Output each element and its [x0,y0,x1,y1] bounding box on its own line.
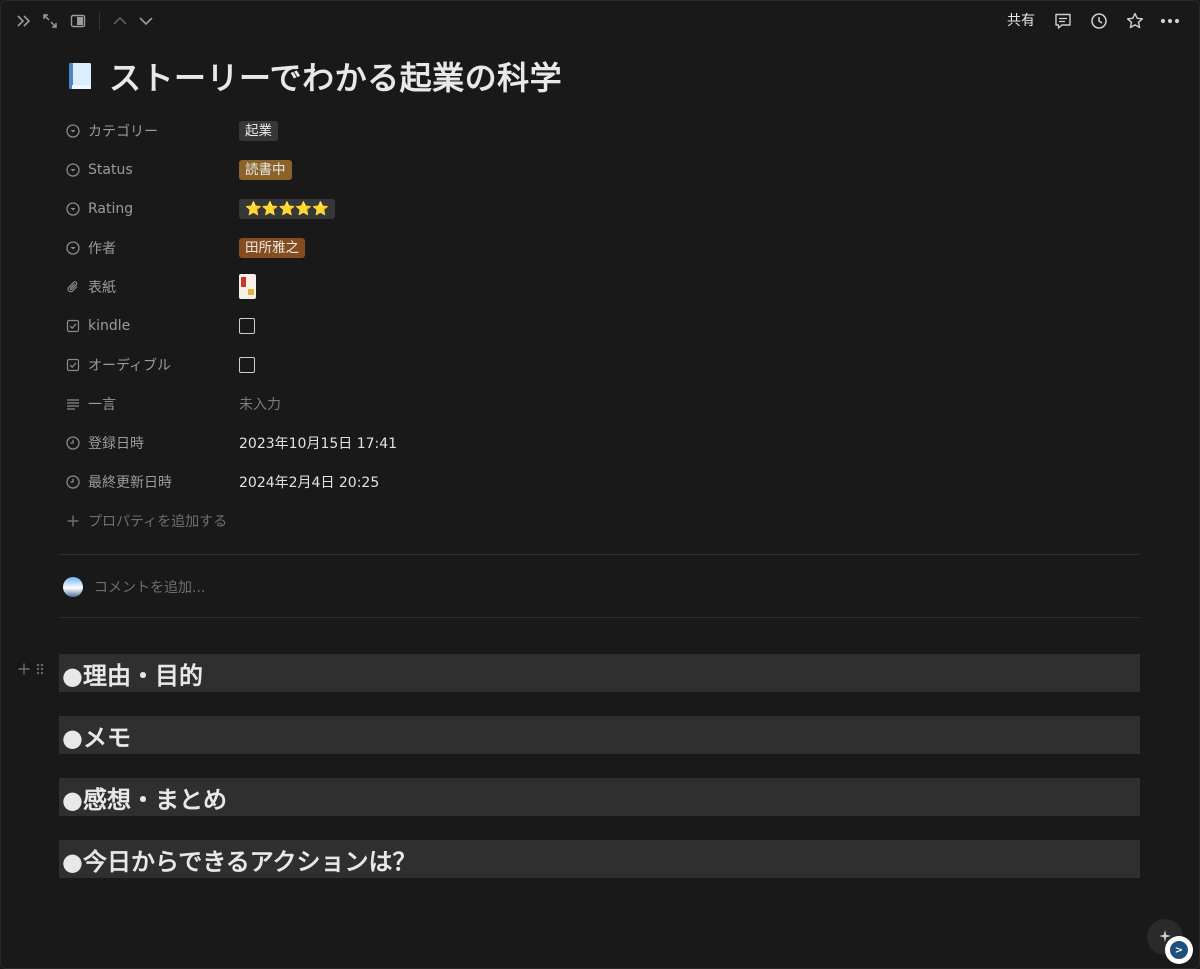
property-name[interactable]: Rating [59,194,233,224]
cover-thumbnail[interactable] [239,274,256,299]
property-value[interactable]: ⭐⭐⭐⭐⭐ [233,194,336,224]
property-value[interactable]: 未入力 [233,389,281,419]
block-handle[interactable] [17,661,45,680]
add-property-button[interactable]: プロパティを追加する [59,501,1139,540]
select-icon [65,201,81,217]
comment-icon[interactable] [1052,10,1074,32]
property-value: 2024年2月4日 20:25 [233,467,379,497]
star-icon[interactable] [1124,10,1146,32]
created-time: 2023年10月15日 17:41 [239,435,398,452]
property-row-updated[interactable]: 最終更新日時 2024年2月4日 20:25 [59,462,1139,501]
property-name[interactable]: カテゴリー [59,116,233,146]
property-label: kindle [88,317,131,334]
add-comment[interactable]: コメントを追加... [63,574,205,600]
property-label: 表紙 [88,279,116,296]
add-property-label: プロパティを追加する [88,513,228,530]
property-row-created[interactable]: 登録日時 2023年10月15日 17:41 [59,423,1139,462]
share-button[interactable]: 共有 [1001,9,1041,33]
empty-value-placeholder: 未入力 [239,396,281,413]
property-name[interactable]: 一言 [59,389,233,419]
property-label: 最終更新日時 [88,474,172,491]
property-label: カテゴリー [88,123,158,140]
panel-icon[interactable] [67,10,89,32]
property-value[interactable] [233,272,256,302]
properties-panel: カテゴリー 起業 Status 読書中 Rating ⭐⭐⭐⭐⭐ 作者 田所雅之… [59,111,1139,540]
property-label: Rating [88,200,134,217]
fullscreen-icon[interactable] [39,10,61,32]
property-name[interactable]: 作者 [59,233,233,263]
property-label: Status [88,161,133,178]
property-label: 作者 [88,240,116,257]
clock-icon [65,474,81,490]
page-title-row: ストーリーでわかる起業の科学 [65,51,562,101]
divider-bottom [59,617,1139,618]
heading-action[interactable]: ●今日からできるアクションは？ [59,840,1140,878]
property-value [233,311,255,341]
topbar-divider [99,12,100,30]
property-name[interactable]: kindle [59,311,233,341]
clock-icon [65,435,81,451]
property-value[interactable]: 起業 [233,116,278,146]
divider-top [59,554,1139,555]
property-name[interactable]: オーディブル [59,350,233,380]
add-property[interactable]: プロパティを追加する [59,506,227,536]
property-label: オーディブル [88,357,172,374]
plus-icon [65,513,81,529]
property-row-cover[interactable]: 表紙 [59,267,1139,306]
comment-input[interactable]: コメントを追加... [94,577,205,597]
property-name[interactable]: 最終更新日時 [59,467,233,497]
property-row-audible[interactable]: オーディブル [59,345,1139,384]
property-value[interactable]: 読書中 [233,155,292,185]
heading-reason[interactable]: ●理由・目的 [59,654,1140,692]
author-tag: 田所雅之 [239,237,305,258]
sidebar-expand-icon[interactable] [13,10,35,32]
property-value [233,350,255,380]
rating-stars: ⭐⭐⭐⭐⭐ [239,198,336,219]
book-icon[interactable] [65,60,97,92]
status-badge: 読書中 [239,159,292,180]
extension-badge[interactable]: > [1165,936,1193,964]
extension-icon: > [1170,941,1188,959]
checkbox-icon [65,357,81,373]
heading-memo[interactable]: ●メモ [59,716,1140,754]
checkbox-icon [65,318,81,334]
chevron-up-icon[interactable] [109,10,131,32]
property-row-kindle[interactable]: kindle [59,306,1139,345]
paperclip-icon [65,279,81,295]
property-row-status[interactable]: Status 読書中 [59,150,1139,189]
updated-time: 2024年2月4日 20:25 [239,474,380,491]
property-label: 一言 [88,396,116,413]
text-lines-icon [65,396,81,412]
avatar [63,577,83,597]
category-tag: 起業 [239,120,278,141]
plus-icon[interactable] [17,661,31,680]
property-label: 登録日時 [88,435,144,452]
property-name[interactable]: 登録日時 [59,428,233,458]
property-row-category[interactable]: カテゴリー 起業 [59,111,1139,150]
history-icon[interactable] [1088,10,1110,32]
property-row-author[interactable]: 作者 田所雅之 [59,228,1139,267]
notion-page-window: 共有 ストーリーでわかる起業の科学 カテゴリー 起業 Status 読書中 Ra… [0,0,1200,969]
property-name[interactable]: 表紙 [59,272,233,302]
select-icon [65,162,81,178]
kindle-checkbox[interactable] [239,317,255,334]
more-icon[interactable] [1159,10,1181,32]
heading-impression[interactable]: ●感想・まとめ [59,778,1140,816]
audible-checkbox[interactable] [239,356,255,373]
select-icon [65,240,81,256]
property-value: 2023年10月15日 17:41 [233,428,397,458]
chevron-down-icon[interactable] [135,10,157,32]
property-row-comment[interactable]: 一言 未入力 [59,384,1139,423]
property-row-rating[interactable]: Rating ⭐⭐⭐⭐⭐ [59,189,1139,228]
page-title[interactable]: ストーリーでわかる起業の科学 [109,53,562,99]
top-bar: 共有 [1,1,1199,41]
property-value[interactable]: 田所雅之 [233,233,305,263]
property-name[interactable]: Status [59,155,233,185]
select-icon [65,123,81,139]
drag-handle-icon[interactable] [35,661,45,680]
